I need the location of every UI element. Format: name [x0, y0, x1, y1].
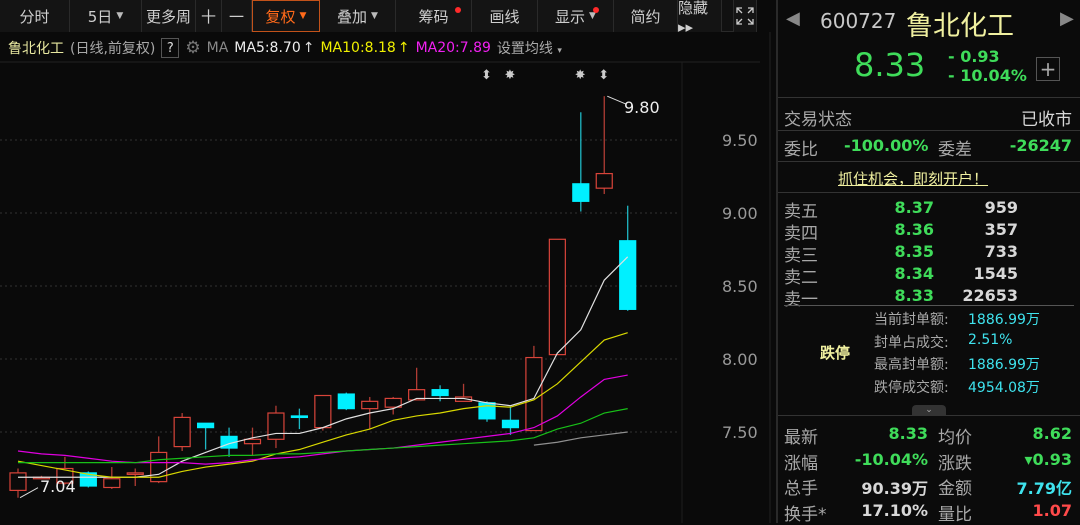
- stat-value: 8.33: [888, 424, 928, 443]
- y-tick-label: 7.50: [722, 423, 758, 442]
- last-price: 8.33: [854, 46, 926, 84]
- open-account-link[interactable]: 抓住机会，即刻开户！: [838, 168, 988, 189]
- candle-body: [431, 389, 449, 397]
- candle-body: [619, 240, 637, 310]
- stat-value: ▾0.93: [1024, 449, 1072, 469]
- ma-line-ma120: [533, 431, 628, 446]
- limit-value: 1886.99万: [968, 357, 1040, 373]
- candle-body: [337, 393, 355, 410]
- stat-label: 涨跌: [938, 453, 972, 474]
- price-change: - 0.93: [948, 47, 1000, 66]
- candle-body: [525, 356, 543, 432]
- stock-title: 鲁北化工: [906, 11, 1014, 42]
- trade-status-label: 交易状态: [784, 110, 852, 130]
- stat-label: 均价: [938, 428, 972, 448]
- stat-value: -10.04%: [854, 449, 928, 469]
- ask-volume: 357: [984, 220, 1018, 239]
- ask-price: 8.36: [894, 220, 934, 239]
- stat-label: 总手: [784, 479, 818, 499]
- candle-body: [595, 172, 613, 189]
- stat-label: 涨幅: [784, 453, 818, 474]
- ask-price: 8.34: [894, 264, 934, 283]
- quote-panel: ◀ 600727 鲁北化工 ▶ 8.33 - 0.93 - 10.04% + 交…: [776, 0, 1080, 525]
- ask-volume: 733: [984, 242, 1018, 261]
- y-tick-label: 8.50: [722, 277, 758, 296]
- candlestick-chart[interactable]: 9.50 9.00 8.50 8.00 7.50 ⬍ ✸ ✸ ⬍ 9.80 7.04: [0, 0, 776, 523]
- stat-value: 90.39万: [861, 479, 928, 498]
- candle-body: [9, 472, 27, 492]
- low-price-label: 7.04: [40, 477, 76, 496]
- candle-body: [290, 415, 308, 419]
- limit-value: 2.51%: [968, 331, 1013, 348]
- limit-down-label: 跌停: [820, 344, 851, 362]
- stat-value: 8.62: [1032, 424, 1072, 443]
- stat-label: 金额: [938, 479, 972, 499]
- signal-marker-icon: ⬍: [598, 68, 609, 83]
- stat-value: 1.07: [1032, 500, 1072, 520]
- y-tick-label: 9.00: [722, 204, 758, 223]
- candle-body: [267, 412, 285, 440]
- add-watchlist-button[interactable]: +: [1036, 57, 1060, 81]
- wc-value: -26247: [1009, 136, 1072, 155]
- ask-price: 8.33: [894, 286, 934, 305]
- limit-key: 跌停成交额:: [874, 379, 949, 396]
- wc-label: 委差: [938, 140, 972, 160]
- pct-change: - 10.04%: [948, 66, 1027, 85]
- collapse-toggle[interactable]: ⌄: [912, 405, 946, 415]
- candle-body: [501, 419, 520, 429]
- limit-key: 当前封单额:: [874, 312, 949, 328]
- prev-stock-arrow[interactable]: ◀: [786, 8, 800, 29]
- ask-volume: 1545: [973, 264, 1018, 283]
- stat-label: 最新: [784, 428, 818, 448]
- y-tick-label: 9.50: [722, 131, 758, 150]
- wb-label: 委比: [784, 140, 818, 160]
- ask-volume: 959: [984, 198, 1018, 217]
- stat-label: 量比: [938, 504, 972, 525]
- candle-body: [314, 394, 332, 429]
- ask-volume: 22653: [962, 286, 1018, 305]
- ask-price: 8.35: [894, 242, 934, 261]
- next-stock-arrow[interactable]: ▶: [1060, 8, 1074, 29]
- trade-status: 已收市: [1021, 110, 1072, 130]
- stat-value: 17.10%: [861, 500, 928, 520]
- candle-body: [572, 183, 590, 202]
- wb-value: -100.00%: [844, 136, 929, 155]
- candle-body: [103, 478, 121, 489]
- stat-value: 7.79亿: [1016, 479, 1072, 498]
- ask-label: 卖一: [784, 290, 818, 310]
- candle-body: [361, 400, 379, 410]
- limit-value: 4954.08万: [968, 379, 1040, 396]
- signal-marker-icon: ⬍: [481, 68, 492, 83]
- high-price-label: 9.80: [624, 98, 660, 117]
- limit-key: 最高封单额:: [874, 357, 949, 373]
- candle-body: [243, 438, 262, 445]
- limit-key: 封单占成交:: [874, 334, 949, 351]
- candle-body: [126, 472, 144, 475]
- candle-body: [548, 238, 566, 356]
- candle-body: [173, 416, 191, 448]
- y-tick-label: 8.00: [722, 350, 758, 369]
- limit-value: 1886.99万: [968, 312, 1040, 328]
- stat-label: 换手*: [784, 504, 827, 525]
- candle-body: [197, 422, 215, 429]
- signal-marker-icon: ✸: [575, 68, 586, 83]
- signal-marker-icon: ✸: [504, 68, 515, 83]
- stock-code: 600727: [820, 9, 897, 33]
- ask-price: 8.37: [894, 198, 934, 217]
